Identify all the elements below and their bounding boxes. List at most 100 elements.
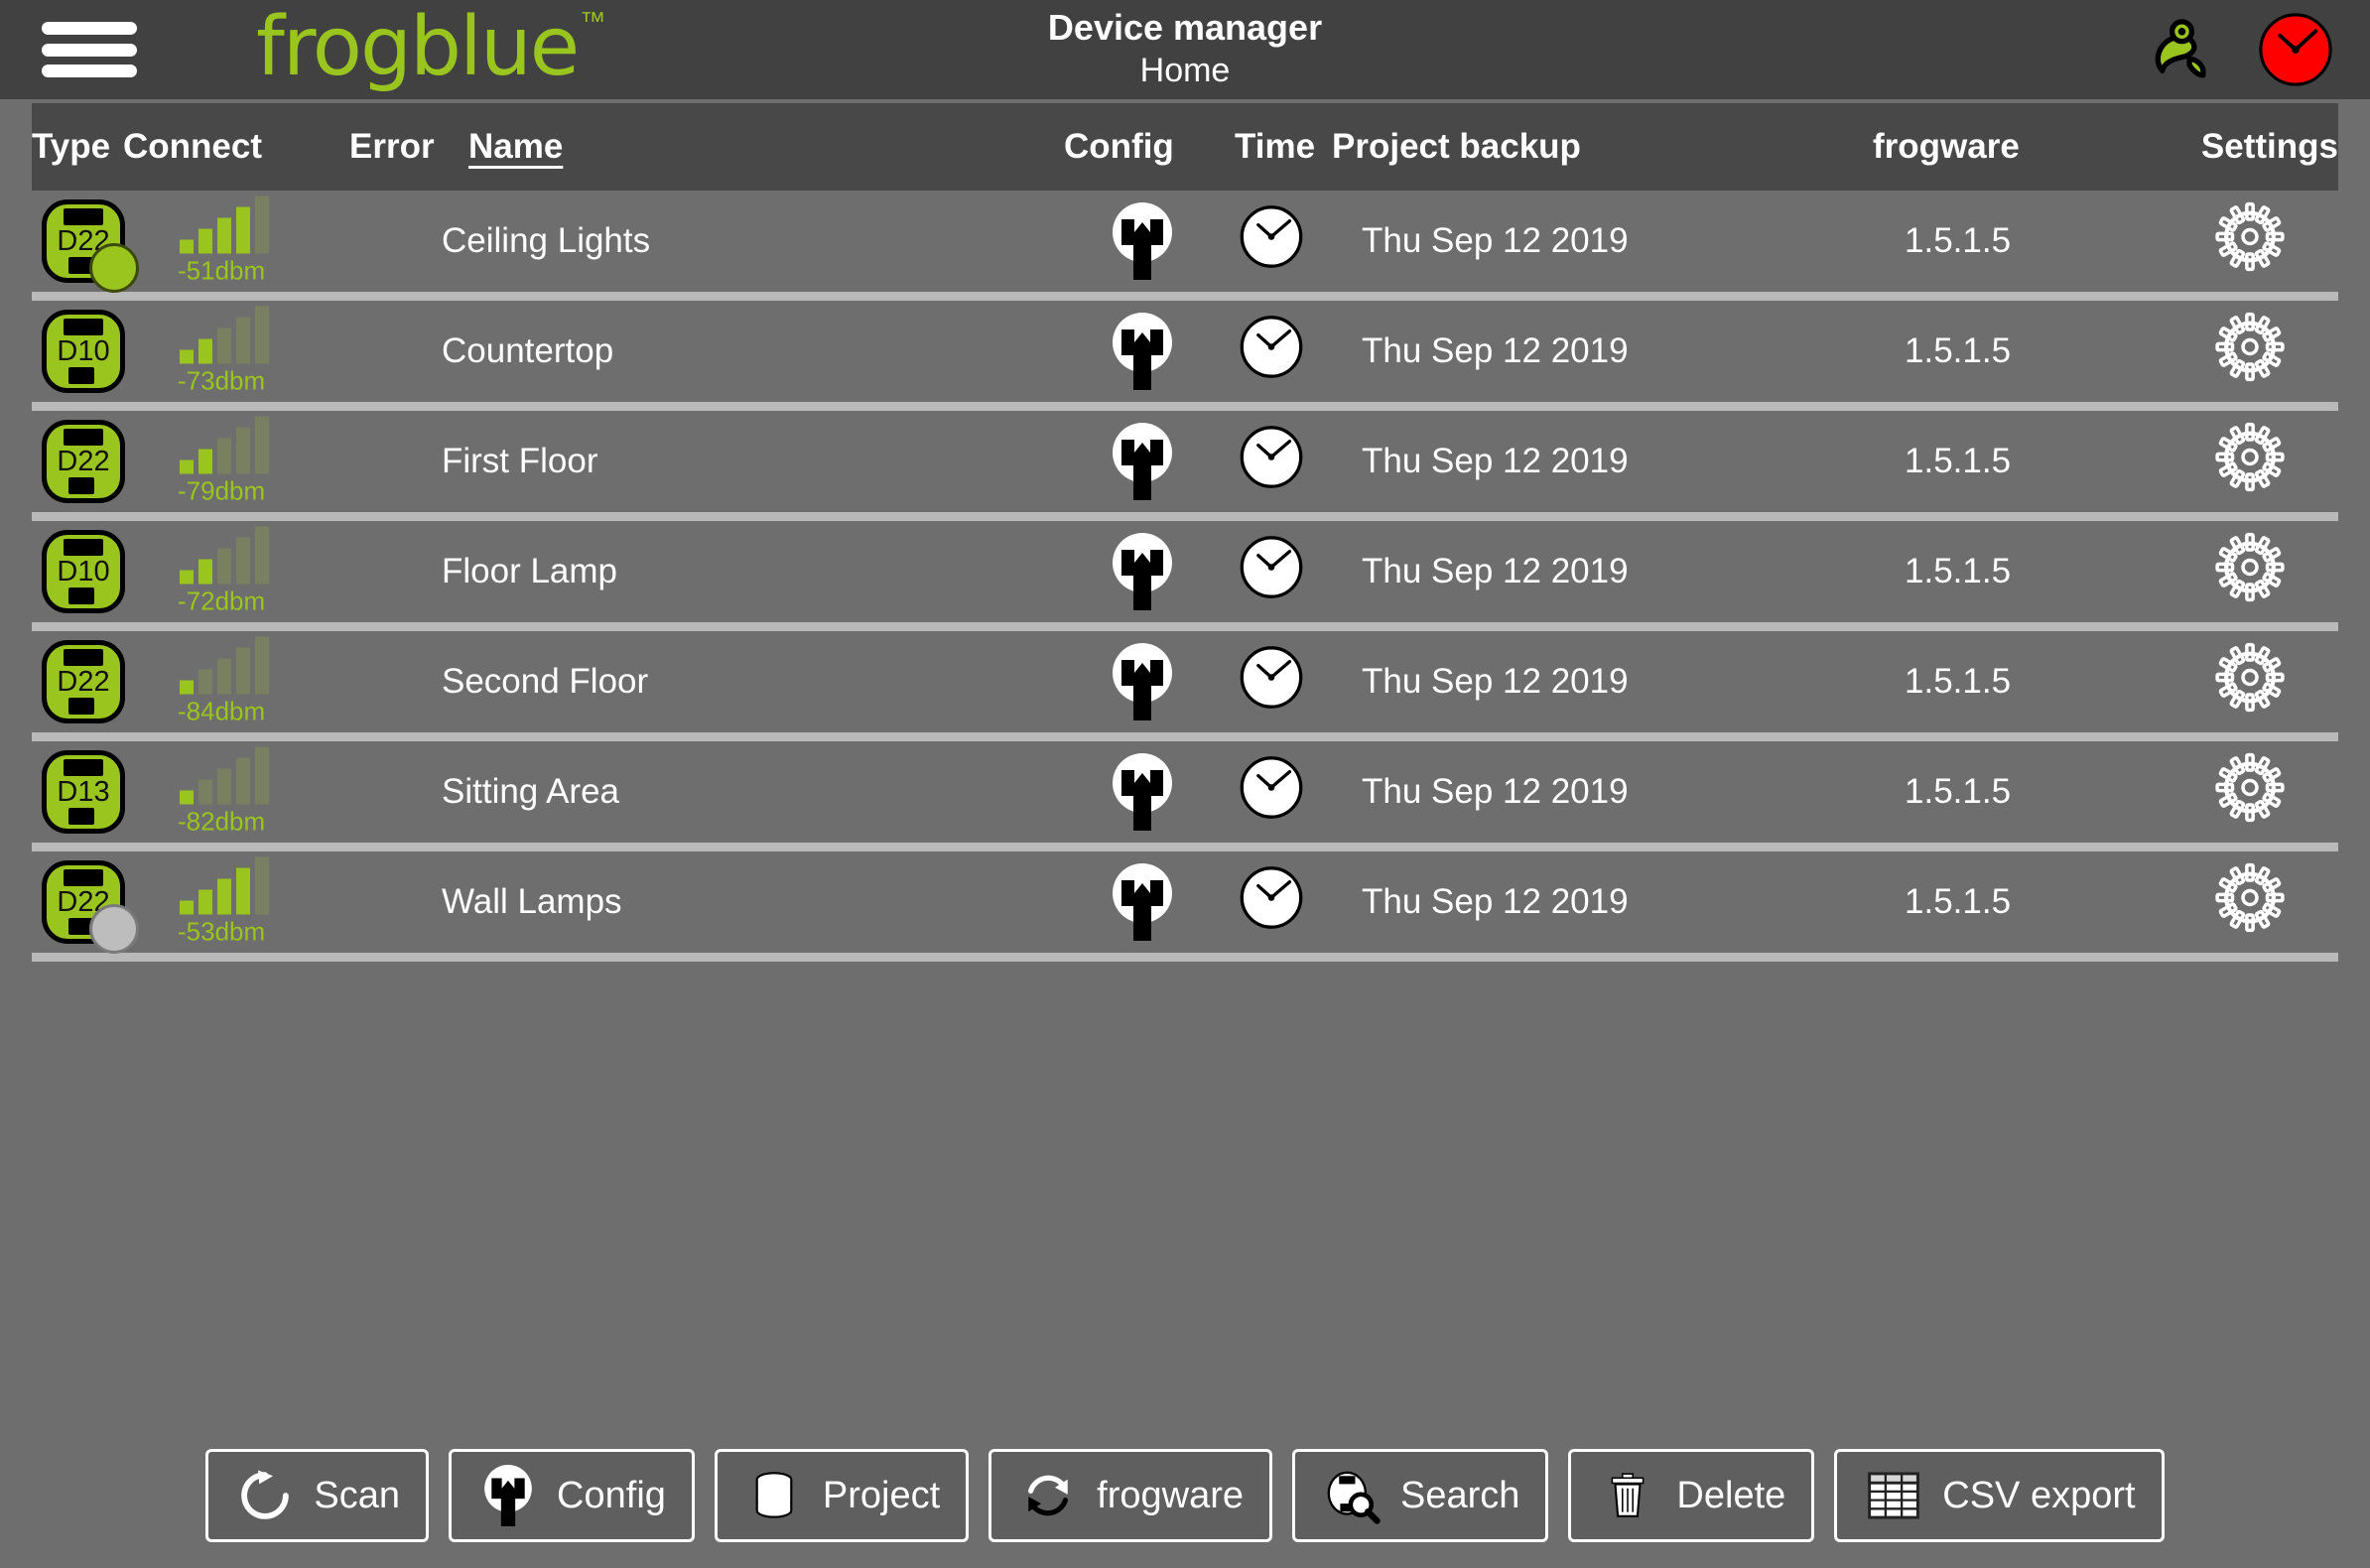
column-header-type[interactable]: Type <box>32 127 110 167</box>
device-type-label: D22 <box>57 446 110 477</box>
project-backup-date: Thu Sep 12 2019 <box>1362 442 1629 480</box>
delete-button[interactable]: Delete <box>1568 1449 1815 1542</box>
signal-bar <box>217 327 231 364</box>
table-row[interactable]: D22 -79dbm First Floor Thu Sep 12 2019 1… <box>32 411 2338 521</box>
table-row[interactable]: D13 -82dbm Sitting Area Thu Sep 12 2019 … <box>32 741 2338 851</box>
signal-bar <box>198 779 212 805</box>
project-button[interactable]: Project <box>714 1449 970 1542</box>
signal-dbm-label: -73dbm <box>178 365 266 396</box>
device-name[interactable]: Second Floor <box>442 662 648 702</box>
signal-bar <box>217 548 231 585</box>
config-device-icon[interactable] <box>1111 533 1174 610</box>
config-device-icon[interactable] <box>1111 863 1174 941</box>
device-type-badge[interactable]: D22 <box>42 199 139 293</box>
device-name[interactable]: Countertop <box>442 331 613 371</box>
trademark-symbol: ™ <box>580 6 606 36</box>
settings-cell[interactable] <box>2215 642 2285 721</box>
settings-cell[interactable] <box>2215 312 2285 391</box>
signal-bar <box>180 459 194 474</box>
badge-slot-bottom <box>68 698 94 715</box>
red-clock-icon[interactable] <box>2257 11 2334 88</box>
device-name[interactable]: Floor Lamp <box>442 552 617 591</box>
time-cell[interactable] <box>1239 315 1304 389</box>
scan-button[interactable]: Scan <box>205 1449 430 1542</box>
badge-slot-top <box>64 759 103 776</box>
frogware-button[interactable]: frogware <box>988 1449 1273 1542</box>
frogware-version: 1.5.1.5 <box>1905 882 2012 921</box>
search-button[interactable]: Search <box>1292 1449 1549 1542</box>
time-cell[interactable] <box>1239 865 1304 940</box>
time-cell[interactable] <box>1239 204 1304 279</box>
column-header-time[interactable]: Time <box>1235 127 1315 167</box>
device-name[interactable]: Sitting Area <box>442 772 619 812</box>
config-device-icon[interactable] <box>1111 202 1174 280</box>
button-label: frogware <box>1097 1474 1245 1516</box>
frog-logo-icon[interactable] <box>2146 12 2221 87</box>
signal-dbm-label: -53dbm <box>178 916 266 947</box>
signal-bar <box>255 856 269 915</box>
config-device-icon <box>477 1465 539 1526</box>
signal-bar <box>217 768 231 805</box>
column-header-settings[interactable]: Settings <box>2201 127 2338 167</box>
arrow-shaft <box>1133 895 1151 941</box>
device-type-badge[interactable]: D10 <box>42 310 125 393</box>
csv-export-button[interactable]: CSV export <box>1834 1449 2165 1542</box>
table-row[interactable]: D22 -84dbm Second Floor Thu Sep 12 2019 … <box>32 631 2338 741</box>
settings-cell[interactable] <box>2215 201 2285 281</box>
device-name[interactable]: First Floor <box>442 442 598 481</box>
time-cell[interactable] <box>1239 535 1304 609</box>
config-cell[interactable] <box>1111 533 1174 610</box>
signal-bar <box>255 746 269 805</box>
frogware-version: 1.5.1.5 <box>1905 221 2012 260</box>
hamburger-menu-icon[interactable] <box>42 22 137 77</box>
device-type-badge[interactable]: D10 <box>42 530 125 613</box>
config-cell[interactable] <box>1111 313 1174 390</box>
badge-slot-top <box>64 429 103 446</box>
table-row[interactable]: D10 -72dbm Floor Lamp Thu Sep 12 2019 1.… <box>32 521 2338 631</box>
column-header-connect[interactable]: Connect <box>123 127 262 167</box>
settings-cell[interactable] <box>2215 422 2285 501</box>
column-header-backup[interactable]: Project backup <box>1332 127 1581 167</box>
column-header-config[interactable]: Config <box>1064 127 1174 167</box>
config-cell[interactable] <box>1111 423 1174 500</box>
config-device-icon[interactable] <box>1111 313 1174 390</box>
trash-icon <box>1597 1465 1658 1526</box>
config-button[interactable]: Config <box>449 1449 695 1542</box>
config-cell[interactable] <box>1111 202 1174 280</box>
config-device-icon[interactable] <box>1111 423 1174 500</box>
project-backup-date: Thu Sep 12 2019 <box>1362 662 1629 701</box>
device-type-badge[interactable]: D22 <box>42 640 125 723</box>
device-type-badge[interactable]: D22 <box>42 860 139 954</box>
signal-bar <box>255 526 269 585</box>
device-type-badge[interactable]: D13 <box>42 750 125 834</box>
arrow-shaft <box>1133 675 1151 720</box>
config-device-icon[interactable] <box>1111 643 1174 720</box>
time-cell[interactable] <box>1239 645 1304 719</box>
config-cell[interactable] <box>1111 863 1174 941</box>
device-type-badge[interactable]: D22 <box>42 420 125 503</box>
column-header-name[interactable]: Name <box>468 127 563 167</box>
config-cell[interactable] <box>1111 753 1174 831</box>
settings-cell[interactable] <box>2215 752 2285 832</box>
top-bar-actions <box>2146 11 2334 88</box>
config-device-icon[interactable] <box>1111 753 1174 831</box>
badge-slot-top <box>64 319 103 335</box>
signal-bar <box>255 306 269 364</box>
settings-cell[interactable] <box>2215 862 2285 942</box>
device-name[interactable]: Wall Lamps <box>442 882 622 922</box>
table-row[interactable]: D22 -51dbm Ceiling Lights Thu Sep 12 201… <box>32 191 2338 301</box>
time-cell[interactable] <box>1239 755 1304 830</box>
table-row[interactable]: D10 -73dbm Countertop Thu Sep 12 2019 1.… <box>32 301 2338 411</box>
table-row[interactable]: D22 -53dbm Wall Lamps Thu Sep 12 2019 1.… <box>32 851 2338 962</box>
signal-strength: -72dbm <box>176 526 325 617</box>
column-header-frogware[interactable]: frogware <box>1873 127 2020 167</box>
settings-cell[interactable] <box>2215 532 2285 611</box>
time-cell[interactable] <box>1239 425 1304 499</box>
signal-dbm-label: -51dbm <box>178 255 266 286</box>
config-cell[interactable] <box>1111 643 1174 720</box>
button-label: CSV export <box>1942 1474 2136 1516</box>
signal-bar <box>236 537 250 585</box>
arrow-shaft <box>1133 455 1151 500</box>
column-header-error[interactable]: Error <box>349 127 435 167</box>
device-name[interactable]: Ceiling Lights <box>442 221 650 261</box>
